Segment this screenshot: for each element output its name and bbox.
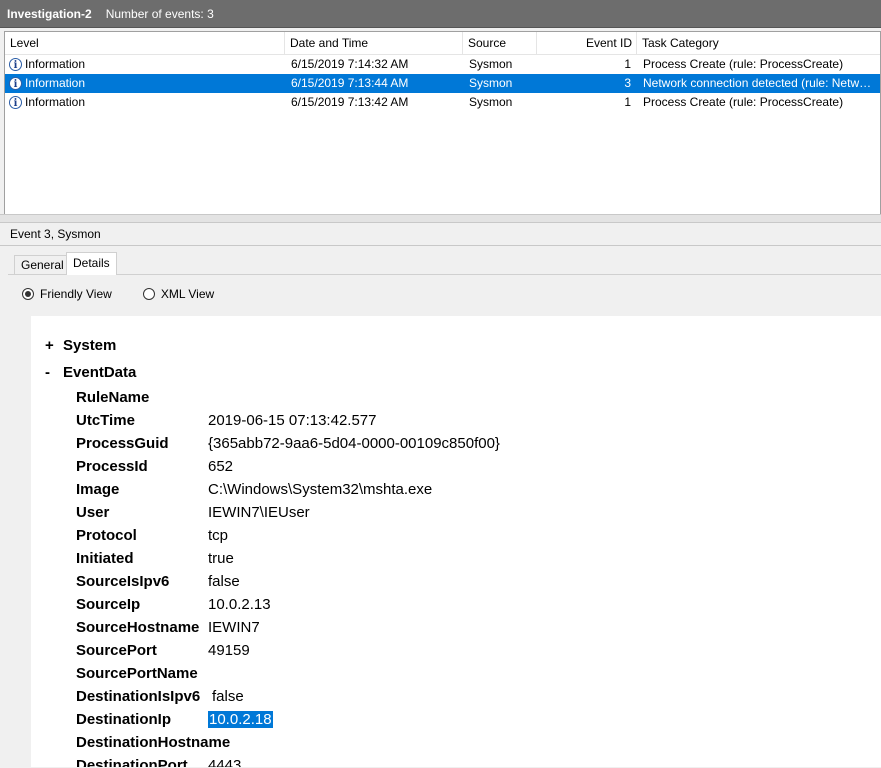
level-cell: i Information <box>9 55 285 74</box>
window-title-bar: Investigation-2 Number of events: 3 <box>0 0 881 28</box>
field-name: DestinationPort <box>76 757 188 767</box>
xml-view-radio[interactable] <box>142 288 155 300</box>
level-text: Information <box>25 76 86 90</box>
source-cell: Sysmon <box>469 57 513 71</box>
level-cell: i Information <box>9 93 285 112</box>
field-value: 49159 <box>208 642 250 659</box>
field-name: SourceHostname <box>76 619 200 636</box>
tree-node-system[interactable]: + System <box>45 337 116 354</box>
level-text: Information <box>25 95 86 109</box>
expand-icon[interactable]: + <box>45 337 63 354</box>
field-name: Initiated <box>76 550 134 567</box>
field-value: {365abb72-9aa6-5d04-0000-00109c850f00} <box>208 435 500 452</box>
xml-view-label[interactable]: XML View <box>161 287 214 301</box>
table-row[interactable]: i Information 6/15/2019 7:13:42 AM Sysmon 1 P… <box>5 93 880 112</box>
date-cell: 6/15/2019 7:14:32 AM <box>291 57 409 71</box>
source-cell: Sysmon <box>469 76 513 90</box>
information-icon: i <box>9 77 22 90</box>
field-name: SourcePortName <box>76 665 198 682</box>
column-header-source[interactable]: Source <box>463 32 537 54</box>
list-header: Level Date and Time Source Event ID Task… <box>5 32 880 55</box>
table-row[interactable]: i Information 6/15/2019 7:14:32 AM Sysmon 1 P… <box>5 55 880 74</box>
column-header-task-category[interactable]: Task Category <box>637 32 880 54</box>
tab-general[interactable]: General <box>14 255 71 274</box>
event-list[interactable]: Level Date and Time Source Event ID Task… <box>4 31 881 215</box>
event-header-text: Event 3, Sysmon <box>10 227 101 241</box>
field-name: SourcePort <box>76 642 157 659</box>
field-name: ProcessId <box>76 458 148 475</box>
field-name: DestinationIsIpv6 <box>76 688 201 705</box>
tree-node-label: System <box>63 337 117 354</box>
level-cell: i Information <box>9 74 285 93</box>
column-header-date[interactable]: Date and Time <box>285 32 463 54</box>
task-category-cell: Process Create (rule: ProcessCreate) <box>643 57 844 71</box>
column-header-level[interactable]: Level <box>5 32 285 54</box>
column-header-event-id[interactable]: Event ID <box>537 32 637 54</box>
field-name: Protocol <box>76 527 137 544</box>
field-name: ProcessGuid <box>76 435 169 452</box>
field-value: tcp <box>208 527 229 544</box>
collapse-icon[interactable]: - <box>45 364 63 381</box>
level-text: Information <box>25 57 86 71</box>
field-value: true <box>208 550 234 567</box>
date-cell: 6/15/2019 7:13:42 AM <box>291 95 409 109</box>
event-id-cell: 1 <box>624 57 631 71</box>
information-icon: i <box>9 96 22 109</box>
field-value: false <box>212 688 244 705</box>
field-name: DestinationHostname <box>76 734 231 751</box>
field-value: IEWIN7 <box>208 619 260 636</box>
friendly-view-label[interactable]: Friendly View <box>40 287 112 301</box>
field-value: 10.0.2.13 <box>208 596 271 613</box>
event-id-cell: 3 <box>624 76 631 90</box>
field-name: User <box>76 504 110 521</box>
field-name: DestinationIp <box>76 711 172 728</box>
event-header: Event 3, Sysmon <box>0 223 881 246</box>
event-detail-view[interactable]: + System - EventData RuleName UtcTime 2019-0… <box>31 316 881 767</box>
date-cell: 6/15/2019 7:13:44 AM <box>291 76 409 90</box>
field-value: 2019-06-15 07:13:42.577 <box>208 412 377 429</box>
event-id-cell: 1 <box>624 95 631 109</box>
event-count: Number of events: 3 <box>105 6 214 21</box>
field-value: false <box>208 573 240 590</box>
log-title: Investigation-2 <box>7 6 92 21</box>
field-name: RuleName <box>76 389 150 406</box>
friendly-view-radio[interactable] <box>22 288 34 300</box>
field-value: C:\Windows\System32\mshta.exe <box>208 481 433 498</box>
pane-splitter[interactable] <box>0 214 881 223</box>
tab-details[interactable]: Details <box>66 252 117 275</box>
field-value: 10.0.2.18 <box>208 711 273 728</box>
field-value: 652 <box>208 458 234 475</box>
tree-node-eventdata[interactable]: - EventData <box>45 364 136 381</box>
view-options: Friendly View XML View <box>22 287 214 301</box>
tree-node-label: EventData <box>63 364 137 381</box>
source-cell: Sysmon <box>469 95 513 109</box>
field-value: 4443 <box>208 757 242 767</box>
task-category-cell: Network connection detected (rule: Netw… <box>643 76 872 90</box>
field-value: IEWIN7\IEUser <box>208 504 310 521</box>
information-icon: i <box>9 58 22 71</box>
field-name: UtcTime <box>76 412 135 429</box>
field-name: Image <box>76 481 120 498</box>
field-name: SourceIsIpv6 <box>76 573 170 590</box>
table-row[interactable]: i Information 6/15/2019 7:13:44 AM Sysmon 3 N… <box>5 74 880 93</box>
field-name: SourceIp <box>76 596 141 613</box>
task-category-cell: Process Create (rule: ProcessCreate) <box>643 95 844 109</box>
